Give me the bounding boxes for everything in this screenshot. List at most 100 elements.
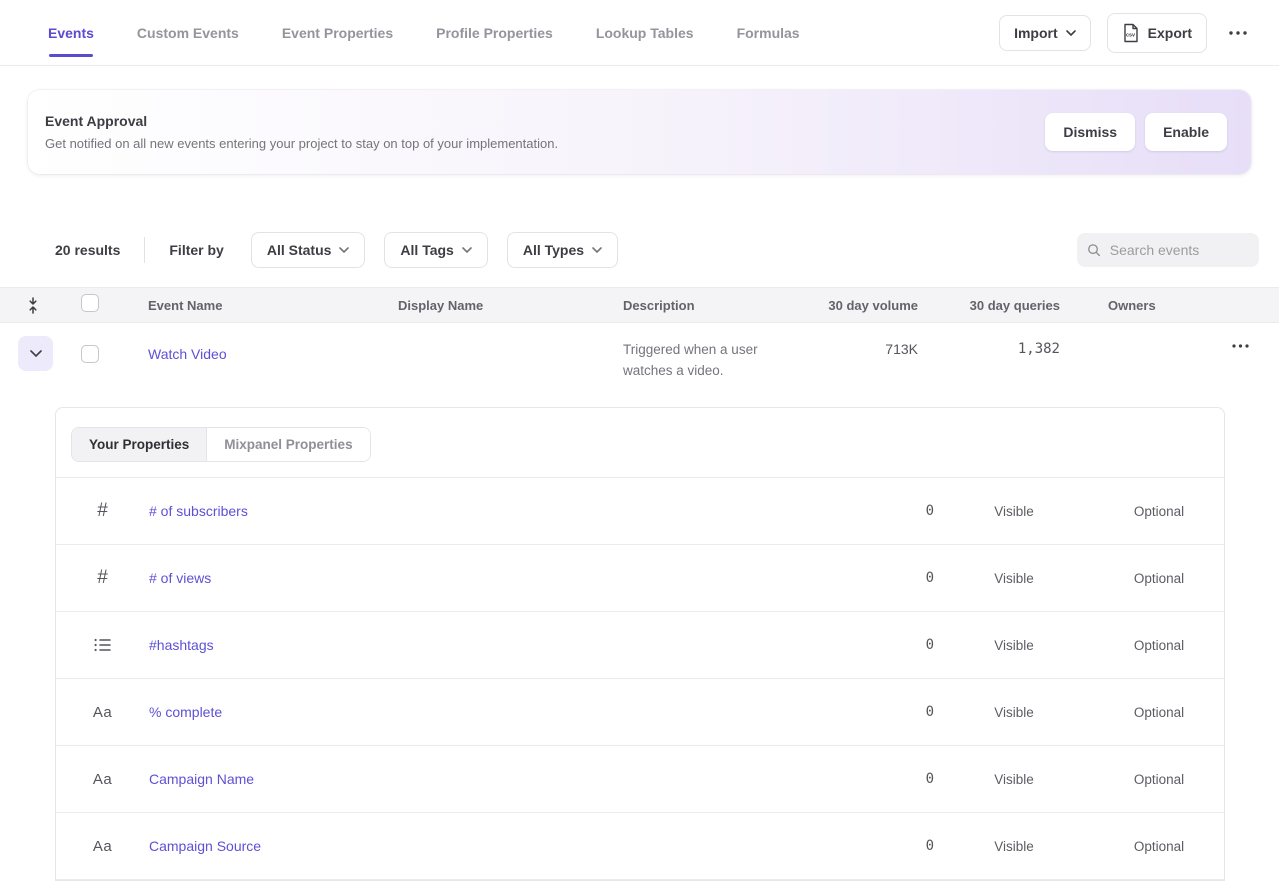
text-type-icon: Aa	[93, 838, 112, 855]
row-checkbox[interactable]	[81, 345, 99, 363]
tab-mixpanel-properties[interactable]: Mixpanel Properties	[206, 428, 369, 461]
csv-file-icon: csv	[1122, 23, 1140, 43]
tab-formulas[interactable]: Formulas	[737, 19, 800, 47]
event-30-day-queries: 1,382	[918, 336, 1060, 357]
all-tags-label: All Tags	[400, 242, 453, 258]
property-name-link[interactable]: #hashtags	[149, 637, 834, 653]
lexicon-tabs: Events Custom Events Event Properties Pr…	[48, 19, 800, 47]
ellipsis-icon	[1229, 31, 1247, 35]
svg-text:csv: csv	[1126, 32, 1135, 38]
import-button[interactable]: Import	[999, 15, 1091, 51]
property-requirement: Optional	[1094, 772, 1224, 787]
event-name-link[interactable]: Watch Video	[148, 346, 227, 362]
property-visibility: Visible	[934, 504, 1094, 519]
events-table-header: Event Name Display Name Description 30 d…	[0, 287, 1279, 323]
property-row: Aa Campaign Source 0 Visible Optional	[56, 813, 1224, 880]
enable-button[interactable]: Enable	[1145, 113, 1227, 151]
number-type-icon: #	[97, 500, 108, 522]
property-requirement: Optional	[1094, 504, 1224, 519]
properties-tab-group: Your Properties Mixpanel Properties	[71, 427, 371, 462]
top-navbar: Events Custom Events Event Properties Pr…	[0, 0, 1279, 66]
all-status-dropdown[interactable]: All Status	[251, 232, 366, 268]
all-types-label: All Types	[523, 242, 584, 258]
property-requirement: Optional	[1094, 571, 1224, 586]
tab-your-properties[interactable]: Your Properties	[72, 428, 206, 461]
property-visibility: Visible	[934, 705, 1094, 720]
property-query-count: 0	[834, 637, 934, 653]
column-30-day-queries: 30 day queries	[918, 298, 1060, 313]
property-query-count: 0	[834, 704, 934, 720]
search-events-input[interactable]	[1110, 242, 1249, 258]
property-row: # # of views 0 Visible Optional	[56, 545, 1224, 612]
export-button-label: Export	[1148, 25, 1192, 41]
tab-event-properties[interactable]: Event Properties	[282, 19, 393, 47]
property-row: Aa Campaign Name 0 Visible Optional	[56, 746, 1224, 813]
event-properties-panel: Your Properties Mixpanel Properties # # …	[55, 407, 1225, 881]
text-type-icon: Aa	[93, 704, 112, 721]
event-30-day-volume: 713K	[818, 336, 918, 357]
results-count: 20 results	[55, 242, 120, 258]
all-status-label: All Status	[267, 242, 332, 258]
banner-text: Event Approval Get notified on all new e…	[45, 113, 558, 151]
chevron-down-icon	[592, 247, 602, 253]
search-icon	[1087, 242, 1101, 258]
column-display-name: Display Name	[398, 298, 623, 313]
properties-tabs-row: Your Properties Mixpanel Properties	[56, 408, 1224, 478]
all-types-dropdown[interactable]: All Types	[507, 232, 618, 268]
property-requirement: Optional	[1094, 638, 1224, 653]
collapse-row-button[interactable]	[18, 336, 53, 371]
property-visibility: Visible	[934, 571, 1094, 586]
property-row: #hashtags 0 Visible Optional	[56, 612, 1224, 679]
property-name-link[interactable]: # of views	[149, 570, 834, 586]
property-requirement: Optional	[1094, 839, 1224, 854]
property-name-link[interactable]: % complete	[149, 704, 834, 720]
list-type-icon	[94, 638, 111, 652]
property-query-count: 0	[834, 771, 934, 787]
ellipsis-icon	[1232, 344, 1249, 348]
tab-profile-properties[interactable]: Profile Properties	[436, 19, 553, 47]
filter-bar: 20 results Filter by All Status All Tags…	[0, 230, 1279, 270]
event-row-watch-video: Watch Video Triggered when a user watche…	[0, 323, 1279, 395]
column-description: Description	[623, 298, 818, 313]
property-query-count: 0	[834, 838, 934, 854]
property-query-count: 0	[834, 570, 934, 586]
property-name-link[interactable]: Campaign Source	[149, 838, 834, 854]
collapse-all-icon[interactable]	[26, 297, 40, 314]
number-type-icon: #	[97, 567, 108, 589]
divider	[144, 237, 145, 263]
text-type-icon: Aa	[93, 771, 112, 788]
tab-lookup-tables[interactable]: Lookup Tables	[596, 19, 694, 47]
property-visibility: Visible	[934, 638, 1094, 653]
property-row: # # of subscribers 0 Visible Optional	[56, 478, 1224, 545]
select-all-checkbox[interactable]	[81, 294, 99, 312]
property-requirement: Optional	[1094, 705, 1224, 720]
property-name-link[interactable]: # of subscribers	[149, 503, 834, 519]
property-name-link[interactable]: Campaign Name	[149, 771, 834, 787]
property-row: Aa % complete 0 Visible Optional	[56, 679, 1224, 746]
row-more-options-button[interactable]	[1226, 340, 1255, 352]
banner-subtitle: Get notified on all new events entering …	[45, 136, 558, 151]
column-30-day-volume: 30 day volume	[818, 298, 918, 313]
event-description: Triggered when a user watches a video.	[623, 336, 803, 381]
more-options-button[interactable]	[1223, 27, 1253, 39]
property-query-count: 0	[834, 503, 934, 519]
import-button-label: Import	[1014, 25, 1058, 41]
export-button[interactable]: csv Export	[1107, 13, 1207, 53]
column-owners: Owners	[1060, 298, 1218, 313]
all-tags-dropdown[interactable]: All Tags	[384, 232, 487, 268]
tab-custom-events[interactable]: Custom Events	[137, 19, 239, 47]
property-visibility: Visible	[934, 839, 1094, 854]
navbar-actions: Import csv Export	[999, 13, 1253, 53]
banner-title: Event Approval	[45, 113, 558, 129]
filter-by-label: Filter by	[169, 242, 223, 258]
property-visibility: Visible	[934, 772, 1094, 787]
dismiss-button[interactable]: Dismiss	[1045, 113, 1135, 151]
chevron-down-icon	[462, 247, 472, 253]
event-approval-banner: Event Approval Get notified on all new e…	[28, 90, 1251, 174]
chevron-down-icon	[30, 350, 42, 357]
search-events-box[interactable]	[1077, 233, 1259, 267]
chevron-down-icon	[339, 247, 349, 253]
chevron-down-icon	[1066, 30, 1076, 36]
banner-actions: Dismiss Enable	[1045, 113, 1227, 151]
tab-events[interactable]: Events	[48, 19, 94, 47]
